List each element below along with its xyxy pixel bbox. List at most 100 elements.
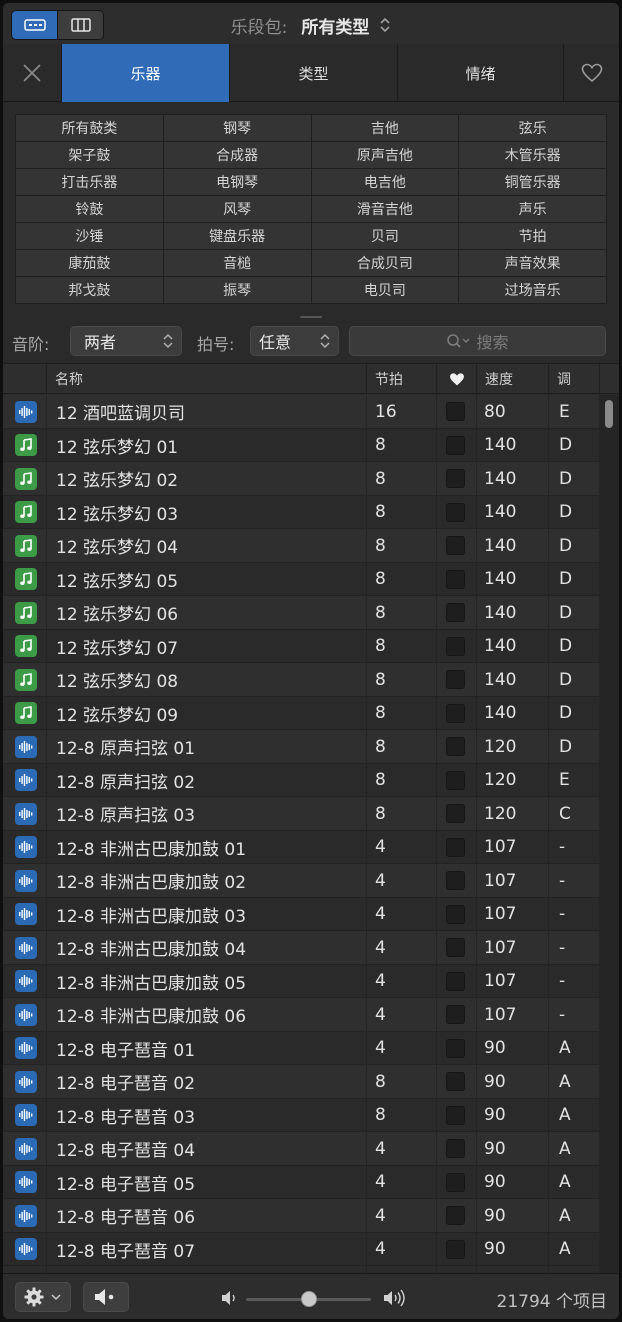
favorite-checkbox-cell[interactable]	[446, 797, 466, 830]
favorite-checkbox[interactable]	[446, 1105, 465, 1125]
table-row[interactable]: 12-8 非洲古巴康加鼓 02 4 107 -	[3, 864, 599, 898]
favorite-checkbox-cell[interactable]	[446, 395, 466, 428]
search-input[interactable]: 搜索	[349, 326, 606, 356]
scroll-thumb[interactable]	[605, 400, 613, 428]
table-row[interactable]: 12 酒吧蓝调贝司 16 80 E	[3, 395, 599, 429]
favorite-checkbox-cell[interactable]	[446, 1166, 466, 1199]
keyword-button[interactable]: 音槌	[163, 250, 311, 276]
favorite-checkbox-cell[interactable]	[446, 864, 466, 897]
table-row[interactable]: 12 弦乐梦幻 03 8 140 D	[3, 495, 599, 529]
header-tempo[interactable]: 速度	[476, 364, 548, 394]
favorite-checkbox-cell[interactable]	[446, 1199, 466, 1232]
keyword-button[interactable]: 沙锤	[16, 223, 163, 249]
scale-select[interactable]: 两者	[70, 326, 182, 356]
favorite-checkbox[interactable]	[446, 435, 465, 455]
table-row[interactable]: 12-8 电子琶音 01 4 90 A	[3, 1031, 599, 1065]
table-row[interactable]: 12-8 非洲古巴康加鼓 06 4 107 -	[3, 998, 599, 1032]
keyword-button[interactable]: 邦戈鼓	[16, 277, 163, 303]
tab-instrument[interactable]: 乐器	[61, 44, 229, 102]
favorite-checkbox-cell[interactable]	[446, 764, 466, 797]
favorite-checkbox-cell[interactable]	[446, 529, 466, 562]
favorite-checkbox[interactable]	[446, 536, 465, 555]
keyword-button[interactable]: 所有鼓类	[16, 115, 163, 141]
table-row[interactable]: 12-8 电子琶音 06 4 90 A	[3, 1199, 599, 1233]
favorites-button[interactable]	[563, 44, 619, 102]
table-row[interactable]: 12 弦乐梦幻 08 8 140 D	[3, 663, 599, 697]
keyword-button[interactable]: 打击乐器	[16, 169, 163, 195]
favorite-checkbox-cell[interactable]	[446, 1132, 466, 1165]
table-row[interactable]: 12 弦乐梦幻 06 8 140 D	[3, 596, 599, 630]
table-row[interactable]: 12-8 电子琶音 02 8 90 A	[3, 1065, 599, 1099]
table-row[interactable]: 12-8 原声扫弦 03 8 120 C	[3, 797, 599, 831]
favorite-checkbox[interactable]	[446, 904, 465, 924]
table-row[interactable]: 12 弦乐梦幻 09 8 140 D	[3, 696, 599, 730]
keyword-button[interactable]: 过场音乐	[459, 277, 606, 303]
favorite-checkbox[interactable]	[446, 1038, 465, 1058]
keyword-button[interactable]: 铃鼓	[16, 196, 163, 222]
favorite-checkbox-cell[interactable]	[446, 1032, 466, 1065]
favorite-checkbox-cell[interactable]	[446, 931, 466, 964]
settings-menu-button[interactable]	[15, 1282, 71, 1312]
keyword-button[interactable]: 架子鼓	[16, 142, 163, 168]
table-row[interactable]: 12 弦乐梦幻 01 8 140 D	[3, 428, 599, 462]
keyword-button[interactable]: 弦乐	[459, 115, 606, 141]
keyword-button[interactable]: 电钢琴	[163, 169, 311, 195]
favorite-checkbox-cell[interactable]	[446, 898, 466, 931]
favorite-checkbox[interactable]	[446, 737, 465, 756]
favorite-checkbox[interactable]	[446, 1072, 465, 1091]
favorite-checkbox-cell[interactable]	[446, 429, 466, 462]
favorite-checkbox-cell[interactable]	[446, 998, 466, 1031]
favorite-checkbox-cell[interactable]	[446, 965, 466, 998]
favorite-checkbox-cell[interactable]	[446, 663, 466, 696]
keyword-button[interactable]: 风琴	[163, 196, 311, 222]
favorite-checkbox[interactable]	[446, 603, 465, 622]
favorite-checkbox-cell[interactable]	[446, 496, 466, 529]
keyword-button[interactable]: 滑音吉他	[311, 196, 459, 222]
volume-slider-knob[interactable]	[300, 1291, 317, 1307]
favorite-checkbox[interactable]	[446, 1206, 465, 1225]
favorite-checkbox[interactable]	[446, 770, 465, 790]
table-row[interactable]: 12-8 电子琶音 03 8 90 A	[3, 1098, 599, 1132]
table-row[interactable]: 12 弦乐梦幻 05 8 140 D	[3, 562, 599, 596]
favorite-checkbox[interactable]	[446, 670, 465, 689]
favorite-checkbox-cell[interactable]	[446, 630, 466, 663]
favorite-checkbox-cell[interactable]	[446, 596, 466, 629]
tab-mood[interactable]: 情绪	[397, 44, 563, 102]
favorite-checkbox[interactable]	[446, 1239, 465, 1259]
table-row[interactable]: 12-8 非洲古巴康加鼓 05 4 107 -	[3, 964, 599, 998]
table-row[interactable]: 12-8 电子琶音 05 4 90 A	[3, 1165, 599, 1199]
favorite-checkbox[interactable]	[446, 502, 465, 522]
table-row[interactable]: 12-8 电子琶音 07 4 90 A	[3, 1232, 599, 1266]
time-signature-select[interactable]: 任意	[250, 326, 339, 356]
favorite-checkbox[interactable]	[446, 703, 465, 723]
table-row[interactable]: 12 弦乐梦幻 02 8 140 D	[3, 462, 599, 496]
keyword-button[interactable]: 贝司	[311, 223, 459, 249]
favorite-checkbox-cell[interactable]	[446, 1233, 466, 1266]
table-row[interactable]: 12 弦乐梦幻 07 8 140 D	[3, 629, 599, 663]
favorite-checkbox[interactable]	[446, 469, 465, 488]
keyword-button[interactable]: 声音效果	[459, 250, 606, 276]
favorite-checkbox-cell[interactable]	[446, 563, 466, 596]
keyword-button[interactable]: 木管乐器	[459, 142, 606, 168]
header-name[interactable]: 名称	[46, 364, 366, 394]
table-row[interactable]: 12 弦乐梦幻 04 8 140 D	[3, 529, 599, 563]
favorite-checkbox-cell[interactable]	[446, 1065, 466, 1098]
keyword-button[interactable]: 钢琴	[163, 115, 311, 141]
table-row[interactable]: 12-8 非洲古巴康加鼓 01 4 107 -	[3, 830, 599, 864]
keyword-button[interactable]: 电吉他	[311, 169, 459, 195]
favorite-checkbox[interactable]	[446, 636, 465, 656]
favorite-checkbox[interactable]	[446, 569, 465, 589]
favorite-checkbox-cell[interactable]	[446, 462, 466, 495]
keyword-button[interactable]: 键盘乐器	[163, 223, 311, 249]
keyword-button[interactable]: 合成贝司	[311, 250, 459, 276]
loop-pack-selector[interactable]: 乐段包: 所有类型	[3, 3, 619, 47]
keyword-button[interactable]: 节拍	[459, 223, 606, 249]
header-beats[interactable]: 节拍	[366, 364, 436, 394]
header-key[interactable]: 调	[548, 364, 599, 394]
keyword-button[interactable]: 振琴	[163, 277, 311, 303]
favorite-checkbox-cell[interactable]	[446, 730, 466, 763]
header-favorite[interactable]	[436, 364, 476, 394]
reset-button[interactable]	[3, 44, 61, 102]
favorite-checkbox[interactable]	[446, 971, 465, 991]
tab-genre[interactable]: 类型	[229, 44, 397, 102]
